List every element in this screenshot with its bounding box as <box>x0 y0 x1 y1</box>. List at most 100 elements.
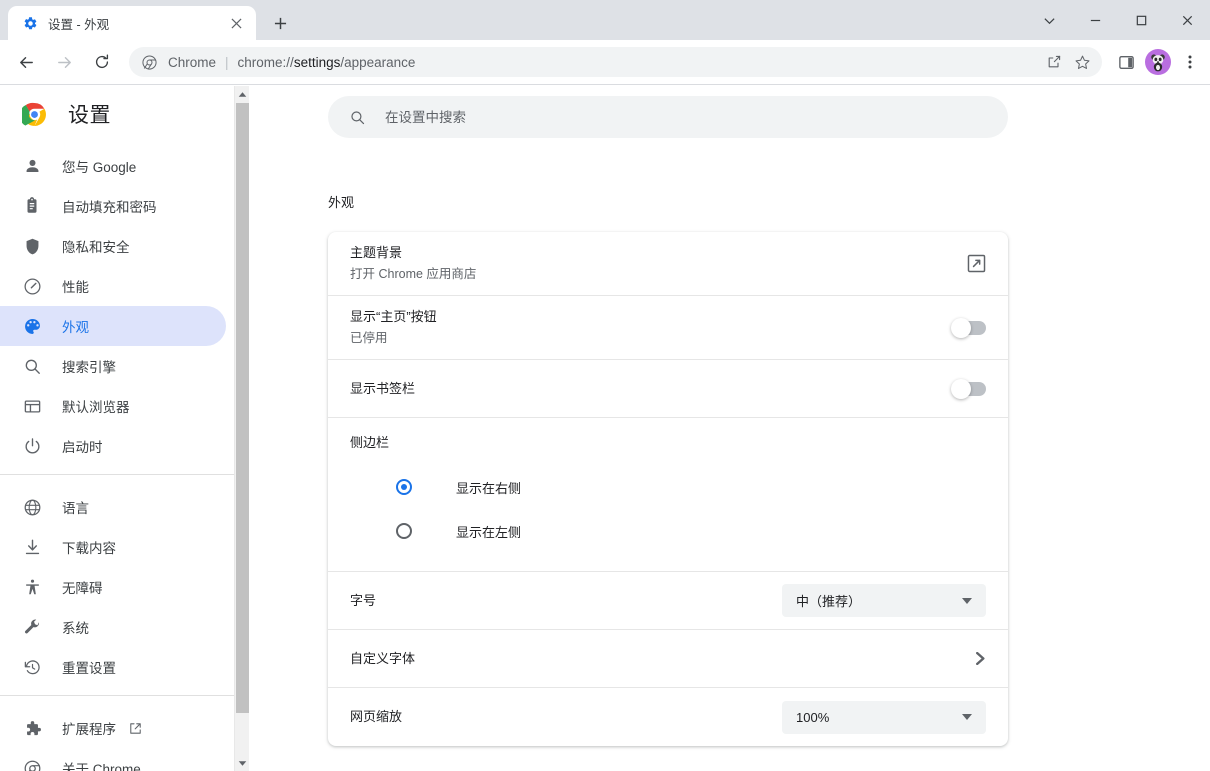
sidebar-nav-group-1: 您与 Google 自动填充和密码 隐私和安全 性能 外观 搜索引擎 默认浏览器… <box>0 142 234 466</box>
chevron-right-icon[interactable] <box>975 652 986 665</box>
profile-avatar[interactable] <box>1145 49 1171 75</box>
close-icon[interactable] <box>1164 0 1210 40</box>
side-panel-icon[interactable] <box>1110 46 1142 78</box>
share-icon[interactable] <box>1040 48 1068 76</box>
scrollbar-thumb[interactable] <box>236 103 249 713</box>
radio-button[interactable] <box>396 479 412 495</box>
omnibox-separator: | <box>225 54 229 70</box>
person-icon <box>22 156 42 176</box>
sidebar-item-downloads[interactable]: 下载内容 <box>0 527 226 567</box>
sidebar-item-extensions[interactable]: 扩展程序 <box>0 708 226 748</box>
reload-icon[interactable] <box>85 45 119 79</box>
sidebar-nav-group-2: 语言 下载内容 无障碍 系统 重置设置 <box>0 483 234 687</box>
tab-close-icon[interactable] <box>226 13 246 33</box>
gear-icon <box>22 15 38 31</box>
sidebar-item-privacy-security[interactable]: 隐私和安全 <box>0 226 226 266</box>
sidebar-item-label: 隐私和安全 <box>62 240 130 255</box>
select-value: 中（推荐） <box>796 594 862 609</box>
radio-label: 显示在右侧 <box>456 480 522 496</box>
chrome-logo-icon <box>22 102 47 127</box>
row-bookmarks-bar[interactable]: 显示书签栏 <box>328 360 1008 418</box>
sidebar-item-search-engine[interactable]: 搜索引擎 <box>0 346 226 386</box>
open-in-new-icon[interactable] <box>967 254 986 273</box>
sidebar-item-you-and-google[interactable]: 您与 Google <box>0 146 226 186</box>
row-font-size[interactable]: 字号 中（推荐） <box>328 572 1008 630</box>
omnibox-url: chrome://settings/appearance <box>238 55 416 70</box>
toggle-knob <box>951 378 971 399</box>
home-button-toggle[interactable] <box>951 317 986 338</box>
download-icon <box>22 537 42 557</box>
window-controls <box>1026 0 1210 40</box>
sidebar-item-label: 重置设置 <box>62 661 116 676</box>
browser-window-icon <box>22 396 42 416</box>
minimize-icon[interactable] <box>1072 0 1118 40</box>
sidebar-item-label: 下载内容 <box>62 541 116 556</box>
sidebar-item-label: 搜索引擎 <box>62 360 116 375</box>
font-size-select[interactable]: 中（推荐） <box>782 584 986 617</box>
radio-option-left[interactable]: 显示在左侧 <box>350 509 986 553</box>
three-dot-menu-icon[interactable] <box>1174 46 1206 78</box>
sidebar-item-reset-settings[interactable]: 重置设置 <box>0 647 226 687</box>
search-icon <box>348 108 367 127</box>
row-customize-fonts[interactable]: 自定义字体 <box>328 630 1008 688</box>
wrench-icon <box>22 617 42 637</box>
url-host: settings <box>293 54 341 70</box>
sidebar-item-performance[interactable]: 性能 <box>0 266 226 306</box>
radio-group-title: 侧边栏 <box>350 435 390 450</box>
appearance-settings-card: 主题背景 打开 Chrome 应用商店 显示“主页”按钮 已停用 显示书签栏 侧… <box>328 232 1008 746</box>
sidebar-item-languages[interactable]: 语言 <box>0 487 226 527</box>
page-zoom-select[interactable]: 100% <box>782 700 986 734</box>
row-theme[interactable]: 主题背景 打开 Chrome 应用商店 <box>328 232 1008 296</box>
toggle-knob <box>951 317 971 338</box>
star-icon[interactable] <box>1068 48 1096 76</box>
back-arrow-icon[interactable] <box>9 45 43 79</box>
chrome-icon <box>22 758 42 771</box>
sidebar-item-default-browser[interactable]: 默认浏览器 <box>0 386 226 426</box>
sidebar-item-label: 外观 <box>62 320 89 335</box>
sidebar-divider <box>0 474 234 475</box>
radio-button[interactable] <box>396 523 412 539</box>
chevron-down-icon[interactable] <box>1026 0 1072 40</box>
sidebar-item-label: 启动时 <box>62 440 103 455</box>
search-input[interactable] <box>385 109 945 125</box>
scroll-down-arrow-icon[interactable] <box>235 755 250 771</box>
sidebar-item-label: 扩展程序 <box>62 722 116 737</box>
sidebar-item-label: 您与 Google <box>62 160 137 175</box>
omnibox-site-label: Chrome <box>168 54 217 70</box>
row-secondary-label: 打开 Chrome 应用商店 <box>350 267 477 281</box>
row-texts: 网页缩放 <box>350 696 782 738</box>
sidebar-item-appearance[interactable]: 外观 <box>0 306 226 346</box>
puzzle-icon <box>22 718 42 738</box>
sidebar-item-accessibility[interactable]: 无障碍 <box>0 567 226 607</box>
chevron-down-icon <box>962 597 972 604</box>
sidebar-item-system[interactable]: 系统 <box>0 607 226 647</box>
search-row <box>250 86 1210 138</box>
sidebar-item-label: 默认浏览器 <box>62 400 130 415</box>
row-trailing <box>975 652 986 665</box>
sidebar-item-about-chrome[interactable]: 关于 Chrome <box>0 748 226 771</box>
row-texts: 显示“主页”按钮 已停用 <box>350 296 952 359</box>
row-home-button[interactable]: 显示“主页”按钮 已停用 <box>328 296 1008 360</box>
forward-arrow-icon[interactable] <box>47 45 81 79</box>
bookmarks-bar-toggle[interactable] <box>951 378 986 399</box>
sidebar-item-autofill-passwords[interactable]: 自动填充和密码 <box>0 186 226 226</box>
row-texts: 主题背景 打开 Chrome 应用商店 <box>350 232 967 295</box>
search-icon <box>22 356 42 376</box>
new-tab-button[interactable] <box>266 9 294 37</box>
row-page-zoom[interactable]: 网页缩放 100% <box>328 688 1008 746</box>
power-icon <box>22 436 42 456</box>
maximize-icon[interactable] <box>1118 0 1164 40</box>
sidebar-scrollbar[interactable] <box>234 86 249 771</box>
toolbar-right-actions <box>1110 46 1210 78</box>
browser-tab[interactable]: 设置 - 外观 <box>8 6 256 40</box>
tab-title: 设置 - 外观 <box>48 17 110 32</box>
address-bar[interactable]: Chrome | chrome://settings/appearance <box>129 47 1102 77</box>
sidebar-item-on-startup[interactable]: 启动时 <box>0 426 226 466</box>
search-settings-box[interactable] <box>328 96 1008 138</box>
clipboard-icon <box>22 196 42 216</box>
speedometer-icon <box>22 276 42 296</box>
browser-toolbar: Chrome | chrome://settings/appearance <box>0 40 1210 85</box>
row-trailing <box>951 317 986 338</box>
scroll-up-arrow-icon[interactable] <box>235 86 250 102</box>
radio-option-right[interactable]: 显示在右侧 <box>350 465 986 509</box>
